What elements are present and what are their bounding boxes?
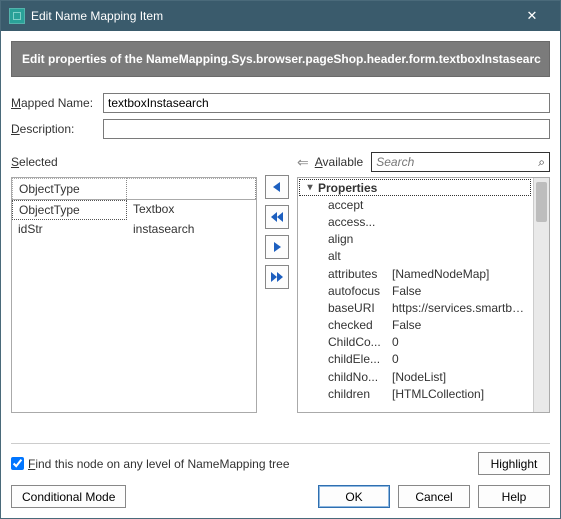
available-panel: ⇐ Available Search ⌕ ▾Properties accept ac… [297,151,550,433]
mapped-name-row: Mapped Name: [11,93,550,113]
move-left-button[interactable] [265,175,289,199]
tree-item-value: [HTMLCollection] [392,387,533,401]
cancel-button[interactable]: Cancel [398,485,470,508]
arrow-right-icon [271,241,283,253]
tree-item[interactable]: checkedFalse [298,317,533,334]
tree-item-key: childNo... [314,370,392,384]
tree-item-key: checked [314,318,392,332]
tree-root-label: Properties [316,181,377,195]
cell-value: Textbox [127,200,256,220]
search-input[interactable]: Search ⌕ [371,152,550,172]
back-arrow-icon[interactable]: ⇐ [297,154,309,171]
move-left-all-button[interactable] [265,205,289,229]
tree-item[interactable]: childNo...[NodeList] [298,368,533,385]
highlight-button[interactable]: Highlight [478,452,550,475]
selected-label: Selected [11,155,58,169]
description-label: Description: [11,122,103,136]
scrollbar-thumb[interactable] [536,182,547,222]
cell-key: idStr [12,220,127,238]
tree-item-key: baseURI [314,301,392,315]
tree-item-key: access... [314,215,392,229]
mapped-name-label: Mapped Name: [11,96,103,110]
tree-item[interactable]: access... [298,213,533,230]
tree-item-value: False [392,284,533,298]
table-row[interactable]: ObjectTypeTextbox [12,200,256,220]
arrow-column [263,151,291,433]
description-input[interactable] [103,119,550,139]
tree-item[interactable]: alt [298,248,533,265]
arrow-left-all-icon [270,211,284,223]
lower-row: Find this node on any level of NameMappi… [11,443,550,475]
tree-item-value: 0 [392,352,533,366]
help-button[interactable]: Help [478,485,550,508]
tree-root[interactable]: ▾Properties [299,179,531,196]
tree-item-value: https://services.smartbear... [392,301,533,315]
selected-panel: Selected ObjectType ObjectTypeTextboxidS… [11,151,257,433]
tree-item-key: attributes [314,267,392,281]
ok-button[interactable]: OK [318,485,390,508]
tree-item-key: align [314,232,392,246]
find-node-checkbox-input[interactable] [11,457,24,470]
selected-header: Selected [11,151,257,173]
close-button[interactable]: ✕ [512,2,552,30]
footer: Conditional Mode OK Cancel Help [11,485,550,508]
arrow-left-icon [271,181,283,193]
selected-grid-header: ObjectType [12,178,256,200]
selected-grid[interactable]: ObjectType ObjectTypeTextboxidStrinstase… [11,177,257,413]
tree-item[interactable]: childEle...0 [298,351,533,368]
app-icon [9,8,25,24]
form-area: Mapped Name: Description: [1,85,560,147]
dialog-window: Edit Name Mapping Item ✕ Edit properties… [0,0,561,519]
mapped-name-input[interactable] [103,93,550,113]
tree-item-value: [NodeList] [392,370,533,384]
available-label: Available [315,155,364,169]
conditional-mode-button[interactable]: Conditional Mode [11,485,126,508]
banner-text: Edit properties of the NameMapping.Sys.b… [11,41,550,77]
close-icon: ✕ [527,8,538,24]
description-row: Description: [11,119,550,139]
tree-item-key: alt [314,249,392,263]
move-right-button[interactable] [265,235,289,259]
cell-key: ObjectType [12,200,127,220]
window-title: Edit Name Mapping Item [31,9,512,23]
selected-col-objecttype[interactable]: ObjectType [12,178,127,199]
selected-col-value[interactable] [127,178,256,199]
find-node-checkbox[interactable]: Find this node on any level of NameMappi… [11,457,290,471]
titlebar: Edit Name Mapping Item ✕ [1,1,560,31]
tree-item-key: autofocus [314,284,392,298]
scrollbar[interactable] [533,178,549,412]
move-right-all-button[interactable] [265,265,289,289]
available-header: ⇐ Available Search ⌕ [297,151,550,173]
tree-item-value: [NamedNodeMap] [392,267,533,281]
tree-item[interactable]: accept [298,196,533,213]
available-tree[interactable]: ▾Properties accept access... align alt attrib… [297,177,550,413]
tree-item-key: children [314,387,392,401]
tree-item[interactable]: children[HTMLCollection] [298,385,533,402]
find-node-label: Find this node on any level of NameMappi… [28,457,290,471]
expand-icon[interactable]: ▾ [304,182,316,193]
tree-item-key: ChildCo... [314,335,392,349]
table-row[interactable]: idStrinstasearch [12,220,256,238]
tree-item-key: childEle... [314,352,392,366]
tree-item[interactable]: autofocusFalse [298,282,533,299]
tree-item-key: accept [314,198,392,212]
tree-item[interactable]: attributes[NamedNodeMap] [298,265,533,282]
tree-item[interactable]: align [298,231,533,248]
search-icon: ⌕ [538,155,545,170]
cell-value: instasearch [127,220,256,238]
search-placeholder: Search [376,155,414,169]
tree-item[interactable]: ChildCo...0 [298,334,533,351]
arrow-right-all-icon [270,271,284,283]
tree-item[interactable]: baseURIhttps://services.smartbear... [298,299,533,316]
panels: Selected ObjectType ObjectTypeTextboxidS… [1,147,560,433]
tree-item-value: False [392,318,533,332]
tree-item-value: 0 [392,335,533,349]
